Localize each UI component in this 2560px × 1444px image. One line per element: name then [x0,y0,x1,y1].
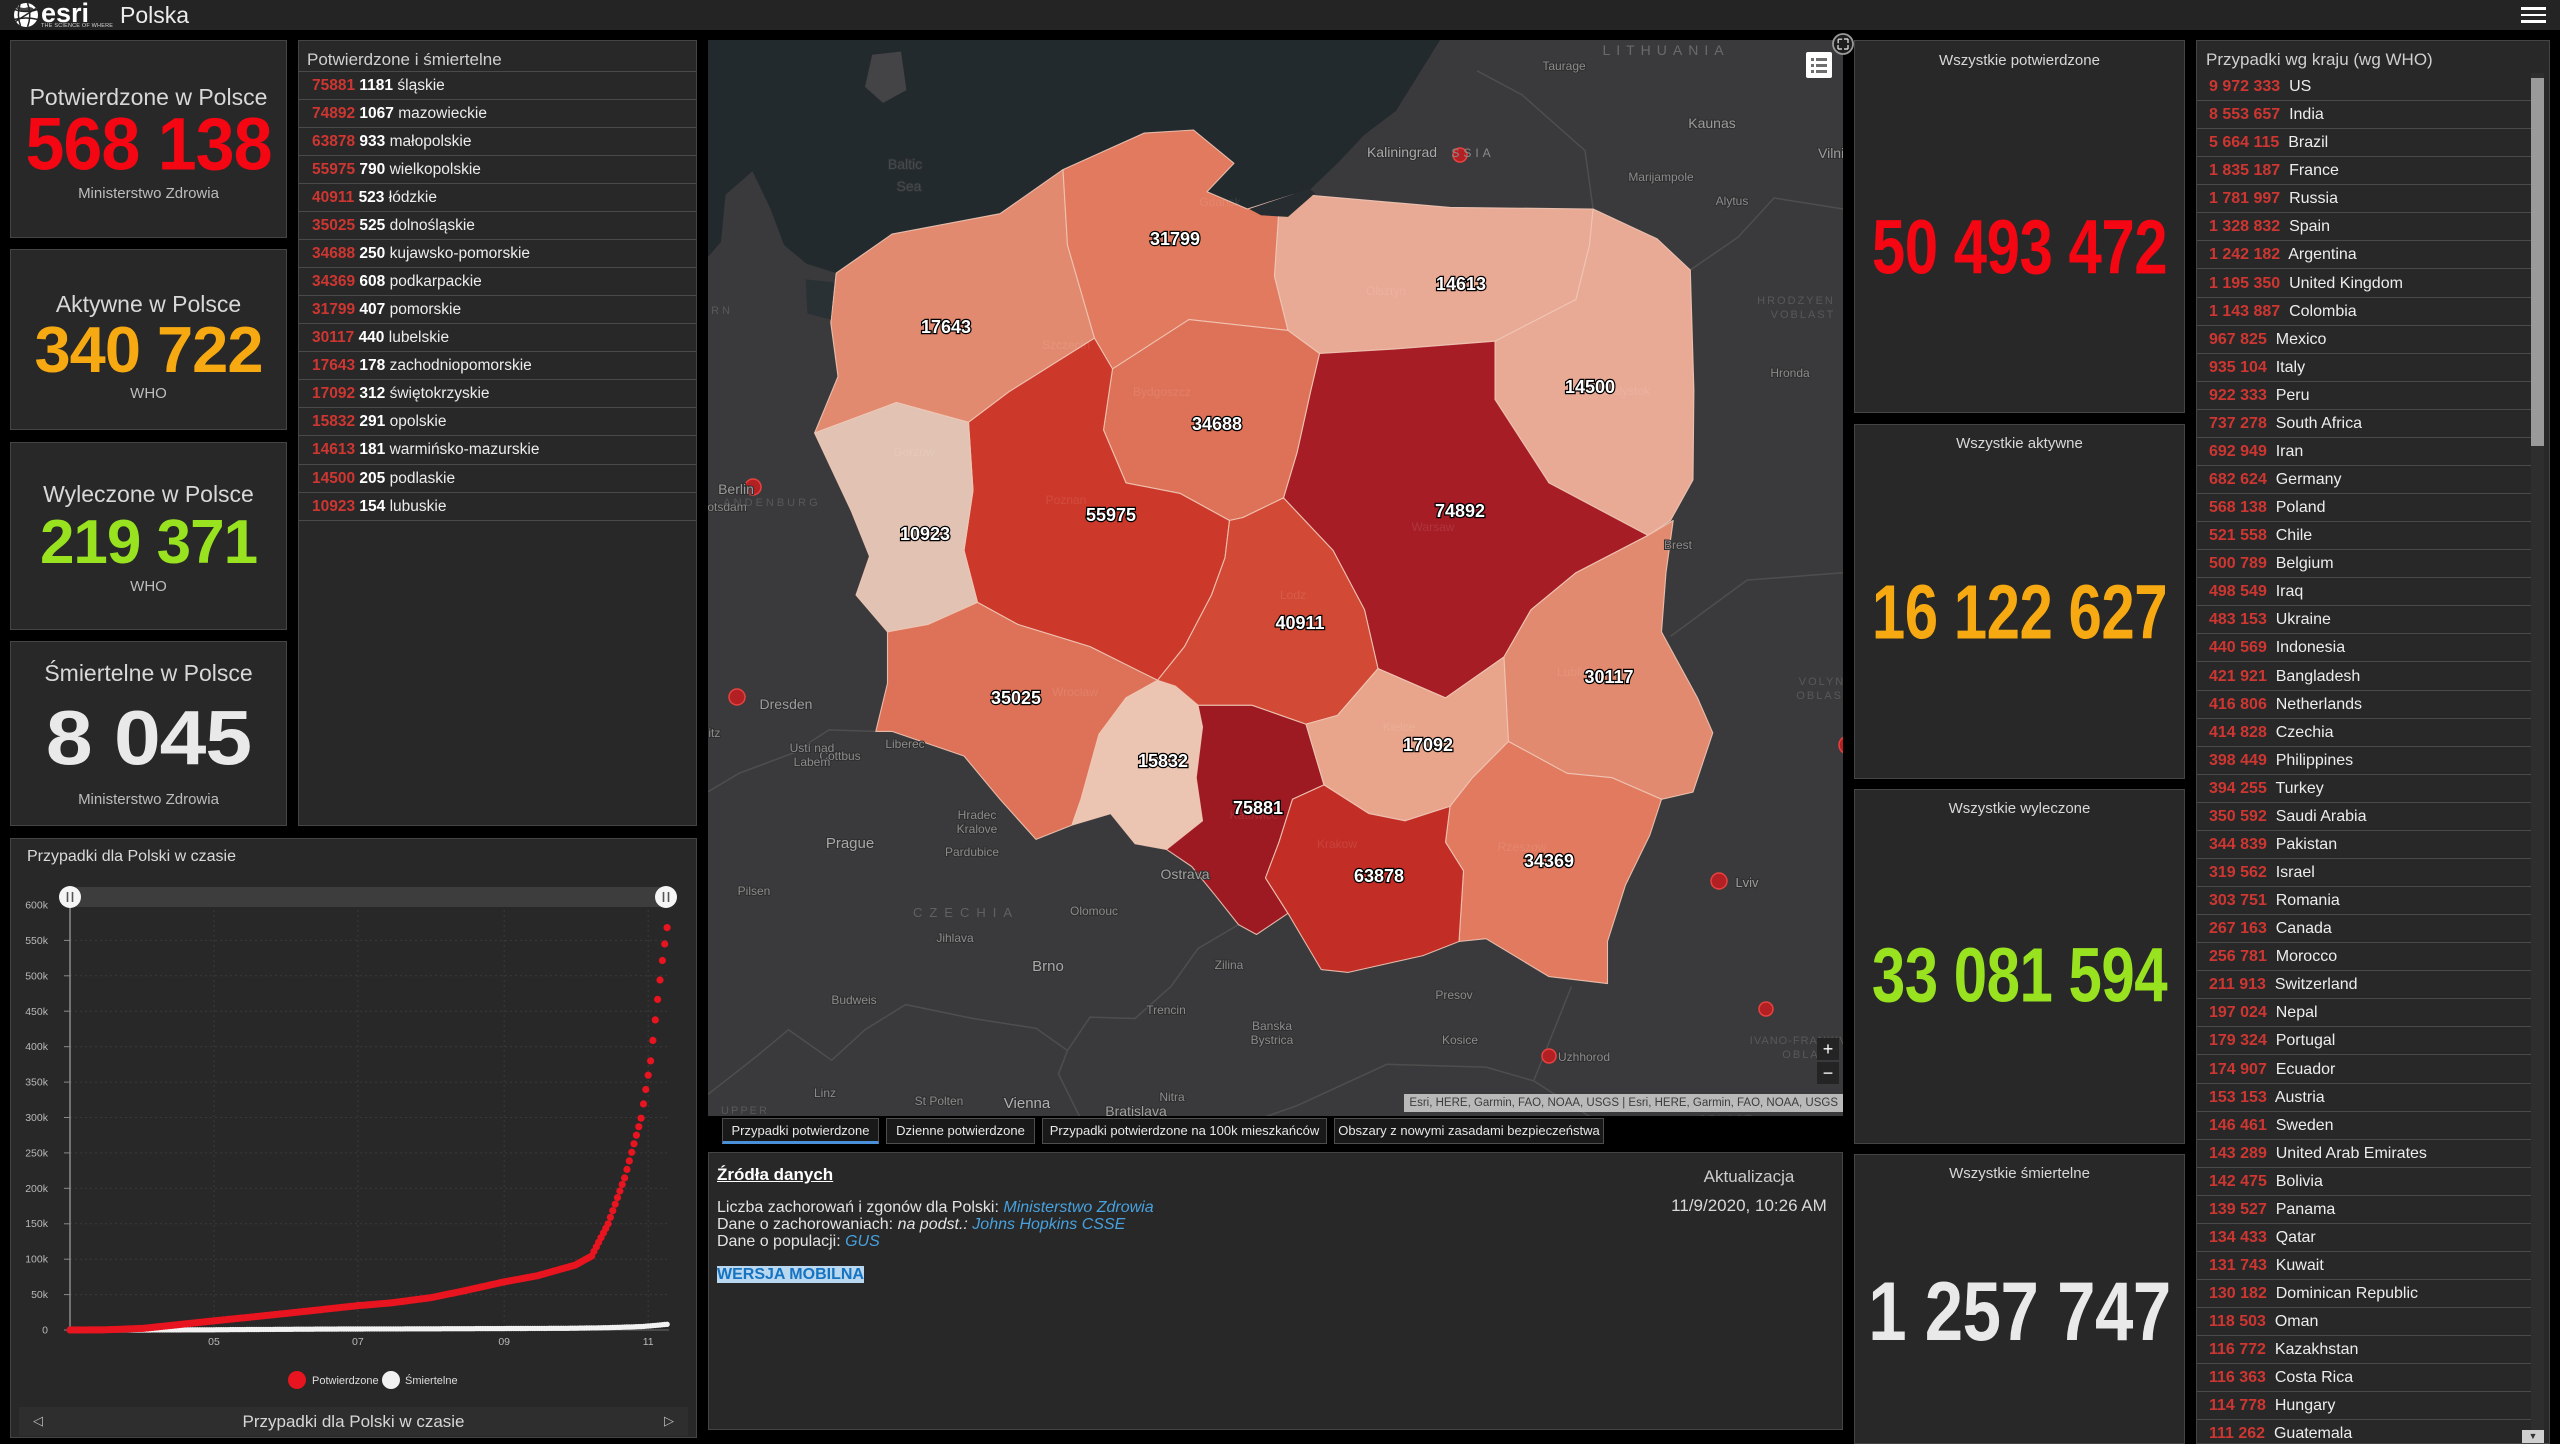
svg-text:35025: 35025 [991,688,1041,708]
svg-text:Hronda: Hronda [1770,366,1810,380]
svg-text:OBLAST: OBLAST [1698,1114,1753,1116]
svg-text:Bydgoszcz: Bydgoszcz [1133,385,1191,399]
svg-text:Ustí nad: Ustí nad [790,741,835,755]
svg-text:40911: 40911 [1275,613,1324,633]
svg-text:Nitra: Nitra [1159,1090,1185,1104]
svg-text:Trencin: Trencin [1146,1003,1186,1017]
svg-text:150k: 150k [25,1218,49,1230]
svg-text:300k: 300k [25,1112,49,1124]
svg-text:30117: 30117 [1584,667,1633,687]
svg-text:250k: 250k [25,1147,49,1159]
svg-text:500k: 500k [25,970,49,982]
svg-text:10923: 10923 [900,524,950,544]
svg-text:ANDENBURG: ANDENBURG [723,497,820,509]
svg-text:Gdansk: Gdansk [1199,195,1241,209]
svg-text:450k: 450k [25,1006,49,1018]
svg-text:75881: 75881 [1233,798,1283,818]
svg-text:550k: 550k [25,935,49,947]
svg-text:05: 05 [208,1336,220,1348]
svg-text:Krakow: Krakow [1317,837,1357,851]
svg-text:VOBLAST: VOBLAST [1771,309,1836,321]
svg-text:Prague: Prague [826,835,874,852]
svg-text:SSIA: SSIA [1451,146,1494,160]
svg-text:Brest: Brest [1664,538,1693,552]
svg-text:Olsztyn: Olsztyn [1366,284,1406,298]
svg-text:HRODZYEN: HRODZYEN [1757,295,1835,307]
svg-text:55975: 55975 [1086,505,1136,525]
svg-text:17643: 17643 [921,317,971,337]
svg-text:Alytus: Alytus [1716,194,1749,208]
svg-text:Vienna: Vienna [1004,1095,1051,1112]
svg-text:11: 11 [643,1336,654,1348]
svg-text:Jihlava: Jihlava [936,931,974,945]
svg-text:Sea: Sea [897,178,922,194]
svg-text:600k: 600k [25,900,49,912]
svg-text:74892: 74892 [1435,501,1485,521]
svg-text:Pardubice: Pardubice [945,845,999,859]
svg-text:Taurage: Taurage [1542,59,1586,73]
svg-text:14613: 14613 [1436,274,1486,294]
svg-text:VOLYN: VOLYN [1799,676,1843,688]
svg-text:UPPER: UPPER [721,1105,769,1116]
svg-text:Labem: Labem [794,755,831,769]
svg-text:Dresden: Dresden [760,696,813,712]
svg-text:TERN: TERN [708,305,733,317]
svg-text:34688: 34688 [1192,414,1242,434]
svg-text:Uzhhorod: Uzhhorod [1558,1050,1610,1064]
svg-text:Hradec: Hradec [958,808,997,822]
svg-text:Marijampole: Marijampole [1628,170,1694,184]
svg-text:350k: 350k [25,1077,49,1089]
svg-text:Olomouc: Olomouc [1070,904,1118,918]
svg-text:Bratislava: Bratislava [1105,1103,1167,1116]
svg-text:Kralove: Kralove [957,822,998,836]
svg-text:LITHUANIA: LITHUANIA [1602,42,1729,58]
svg-text:Berlin: Berlin [718,481,754,497]
svg-text:Pilsen: Pilsen [738,884,771,898]
svg-text:Liberec: Liberec [885,737,924,751]
svg-text:Zilina: Zilina [1215,958,1244,972]
svg-text:Baltic: Baltic [888,156,922,172]
svg-text:0: 0 [42,1325,48,1337]
svg-text:Śmiertelne: Śmiertelne [405,1374,458,1387]
svg-text:Kaunas: Kaunas [1688,115,1735,131]
svg-text:Brno: Brno [1032,958,1064,975]
svg-text:200k: 200k [25,1183,49,1195]
svg-text:Wroclaw: Wroclaw [1052,685,1098,699]
svg-text:Lodz: Lodz [1280,588,1306,602]
svg-text:Ostrava: Ostrava [1160,866,1209,882]
svg-text:07: 07 [352,1336,364,1348]
svg-text:09: 09 [498,1336,510,1348]
svg-text:31799: 31799 [1150,229,1200,249]
svg-text:Banska: Banska [1252,1019,1292,1033]
svg-text:63878: 63878 [1354,866,1404,886]
svg-text:Szczecin: Szczecin [1042,338,1090,352]
svg-text:Poznan: Poznan [1046,493,1087,507]
svg-text:Budweis: Budweis [831,993,876,1007]
svg-text:Kielce: Kielce [1383,720,1416,734]
svg-text:15832: 15832 [1138,751,1188,771]
svg-text:100k: 100k [25,1254,49,1266]
svg-text:Lviv: Lviv [1735,875,1759,890]
svg-text:50k: 50k [31,1289,49,1301]
svg-text:14500: 14500 [1565,377,1615,397]
svg-text:Vilni: Vilni [1818,145,1843,161]
svg-text:Gorzow: Gorzow [893,445,935,459]
svg-text:Bystrica: Bystrica [1251,1033,1294,1047]
svg-text:Linz: Linz [814,1086,836,1100]
svg-text:Potwierdzone: Potwierdzone [312,1375,379,1387]
svg-text:Kosice: Kosice [1442,1033,1478,1047]
svg-text:400k: 400k [25,1041,49,1053]
svg-text:Presov: Presov [1435,988,1472,1002]
svg-text:34369: 34369 [1524,851,1574,871]
svg-text:St Polten: St Polten [915,1094,964,1108]
svg-text:CZECHIA: CZECHIA [913,905,1019,920]
svg-text:mnitz: mnitz [708,726,720,740]
svg-text:17092: 17092 [1403,735,1453,755]
svg-text:Warsaw: Warsaw [1412,520,1455,534]
svg-text:OBLAST: OBLAST [1796,690,1843,702]
svg-text:Kaliningrad: Kaliningrad [1367,144,1437,160]
